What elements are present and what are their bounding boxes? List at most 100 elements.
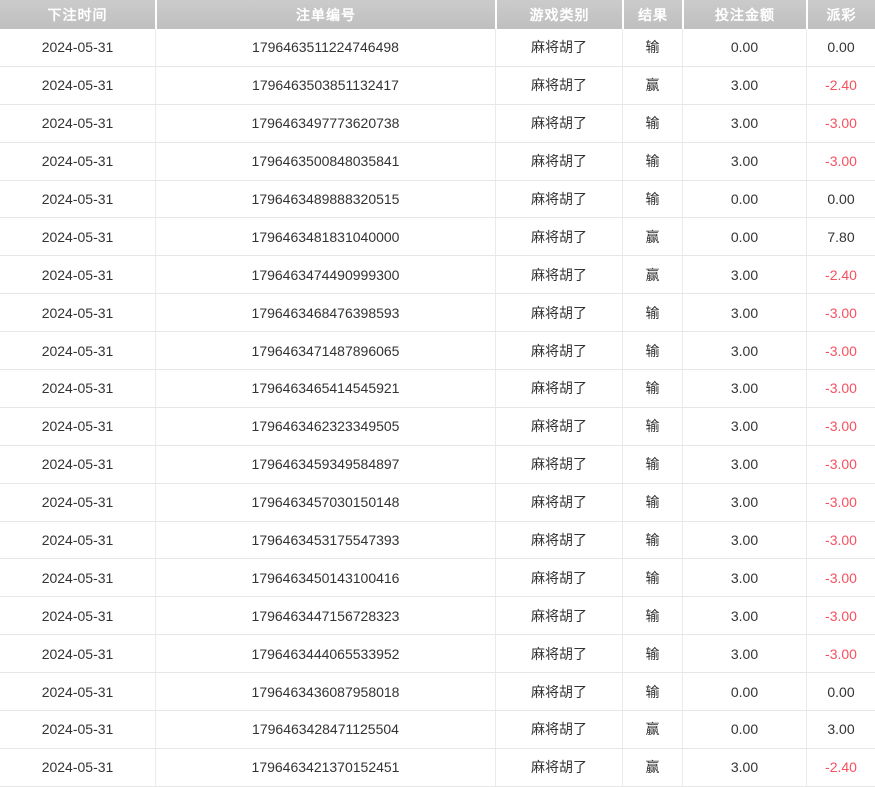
cell-bet-time: 2024-05-31 bbox=[0, 408, 155, 445]
cell-result: 赢 bbox=[622, 711, 682, 748]
cell-payout: 7.80 bbox=[806, 218, 875, 255]
cell-game-type: 麻将胡了 bbox=[495, 294, 622, 331]
cell-order-id: 1796463457030150148 bbox=[155, 484, 495, 521]
table-row: 2024-05-311796463447156728323麻将胡了输3.00-3… bbox=[0, 597, 875, 635]
table-row: 2024-05-311796463474490999300麻将胡了赢3.00-2… bbox=[0, 256, 875, 294]
col-header-result: 结果 bbox=[622, 0, 682, 29]
cell-bet-time: 2024-05-31 bbox=[0, 29, 155, 66]
cell-order-id: 1796463436087958018 bbox=[155, 673, 495, 710]
cell-result: 输 bbox=[622, 522, 682, 559]
cell-result: 赢 bbox=[622, 749, 682, 786]
cell-payout: -3.00 bbox=[806, 143, 875, 180]
cell-result: 输 bbox=[622, 635, 682, 672]
cell-payout: -2.40 bbox=[806, 256, 875, 293]
cell-game-type: 麻将胡了 bbox=[495, 29, 622, 66]
cell-result: 赢 bbox=[622, 256, 682, 293]
table-row: 2024-05-311796463465414545921麻将胡了输3.00-3… bbox=[0, 370, 875, 408]
cell-order-id: 1796463474490999300 bbox=[155, 256, 495, 293]
cell-payout: 0.00 bbox=[806, 181, 875, 218]
cell-bet-time: 2024-05-31 bbox=[0, 559, 155, 596]
cell-bet-time: 2024-05-31 bbox=[0, 256, 155, 293]
cell-payout: -3.00 bbox=[806, 484, 875, 521]
cell-bet-amount: 3.00 bbox=[682, 143, 806, 180]
cell-result: 赢 bbox=[622, 67, 682, 104]
cell-bet-time: 2024-05-31 bbox=[0, 711, 155, 748]
cell-bet-amount: 3.00 bbox=[682, 370, 806, 407]
cell-bet-amount: 3.00 bbox=[682, 446, 806, 483]
table-row: 2024-05-311796463462323349505麻将胡了输3.00-3… bbox=[0, 408, 875, 446]
cell-result: 赢 bbox=[622, 218, 682, 255]
cell-game-type: 麻将胡了 bbox=[495, 105, 622, 142]
cell-result: 输 bbox=[622, 294, 682, 331]
cell-order-id: 1796463450143100416 bbox=[155, 559, 495, 596]
cell-payout: -2.40 bbox=[806, 67, 875, 104]
table-row: 2024-05-311796463457030150148麻将胡了输3.00-3… bbox=[0, 484, 875, 522]
cell-payout: -3.00 bbox=[806, 408, 875, 445]
cell-bet-amount: 3.00 bbox=[682, 256, 806, 293]
cell-result: 输 bbox=[622, 332, 682, 369]
cell-order-id: 1796463497773620738 bbox=[155, 105, 495, 142]
cell-game-type: 麻将胡了 bbox=[495, 749, 622, 786]
cell-game-type: 麻将胡了 bbox=[495, 635, 622, 672]
cell-game-type: 麻将胡了 bbox=[495, 711, 622, 748]
cell-bet-time: 2024-05-31 bbox=[0, 484, 155, 521]
cell-order-id: 1796463471487896065 bbox=[155, 332, 495, 369]
table-row: 2024-05-311796463450143100416麻将胡了输3.00-3… bbox=[0, 559, 875, 597]
table-row: 2024-05-311796463500848035841麻将胡了输3.00-3… bbox=[0, 143, 875, 181]
cell-result: 输 bbox=[622, 29, 682, 66]
table-row: 2024-05-311796463503851132417麻将胡了赢3.00-2… bbox=[0, 67, 875, 105]
cell-payout: -3.00 bbox=[806, 332, 875, 369]
table-row: 2024-05-311796463459349584897麻将胡了输3.00-3… bbox=[0, 446, 875, 484]
cell-result: 输 bbox=[622, 408, 682, 445]
col-header-bet-time: 下注时间 bbox=[0, 0, 155, 29]
cell-bet-amount: 3.00 bbox=[682, 294, 806, 331]
cell-result: 输 bbox=[622, 370, 682, 407]
cell-order-id: 1796463500848035841 bbox=[155, 143, 495, 180]
table-row: 2024-05-311796463453175547393麻将胡了输3.00-3… bbox=[0, 522, 875, 560]
cell-bet-time: 2024-05-31 bbox=[0, 522, 155, 559]
cell-payout: 0.00 bbox=[806, 673, 875, 710]
cell-payout: -3.00 bbox=[806, 446, 875, 483]
cell-bet-amount: 3.00 bbox=[682, 67, 806, 104]
cell-result: 输 bbox=[622, 143, 682, 180]
cell-result: 输 bbox=[622, 484, 682, 521]
cell-payout: -2.40 bbox=[806, 749, 875, 786]
cell-game-type: 麻将胡了 bbox=[495, 143, 622, 180]
table-row: 2024-05-311796463511224746498麻将胡了输0.000.… bbox=[0, 29, 875, 67]
cell-game-type: 麻将胡了 bbox=[495, 408, 622, 445]
cell-result: 输 bbox=[622, 673, 682, 710]
table-row: 2024-05-311796463481831040000麻将胡了赢0.007.… bbox=[0, 218, 875, 256]
cell-order-id: 1796463421370152451 bbox=[155, 749, 495, 786]
cell-order-id: 1796463468476398593 bbox=[155, 294, 495, 331]
cell-result: 输 bbox=[622, 559, 682, 596]
col-header-game-type: 游戏类别 bbox=[495, 0, 622, 29]
table-row: 2024-05-311796463421370152451麻将胡了赢3.00-2… bbox=[0, 749, 875, 787]
cell-bet-amount: 3.00 bbox=[682, 332, 806, 369]
table-body: 2024-05-311796463511224746498麻将胡了输0.000.… bbox=[0, 29, 875, 787]
cell-bet-amount: 0.00 bbox=[682, 711, 806, 748]
cell-bet-amount: 0.00 bbox=[682, 29, 806, 66]
cell-game-type: 麻将胡了 bbox=[495, 597, 622, 634]
cell-bet-time: 2024-05-31 bbox=[0, 446, 155, 483]
cell-order-id: 1796463481831040000 bbox=[155, 218, 495, 255]
cell-payout: -3.00 bbox=[806, 294, 875, 331]
cell-bet-time: 2024-05-31 bbox=[0, 294, 155, 331]
cell-order-id: 1796463444065533952 bbox=[155, 635, 495, 672]
cell-bet-amount: 3.00 bbox=[682, 597, 806, 634]
cell-bet-amount: 0.00 bbox=[682, 673, 806, 710]
cell-payout: -3.00 bbox=[806, 559, 875, 596]
cell-order-id: 1796463459349584897 bbox=[155, 446, 495, 483]
table-row: 2024-05-311796463444065533952麻将胡了输3.00-3… bbox=[0, 635, 875, 673]
cell-order-id: 1796463453175547393 bbox=[155, 522, 495, 559]
cell-payout: -3.00 bbox=[806, 597, 875, 634]
cell-bet-time: 2024-05-31 bbox=[0, 105, 155, 142]
cell-bet-amount: 0.00 bbox=[682, 181, 806, 218]
cell-bet-amount: 3.00 bbox=[682, 408, 806, 445]
cell-bet-amount: 3.00 bbox=[682, 105, 806, 142]
cell-game-type: 麻将胡了 bbox=[495, 332, 622, 369]
cell-bet-time: 2024-05-31 bbox=[0, 635, 155, 672]
cell-game-type: 麻将胡了 bbox=[495, 484, 622, 521]
cell-payout: -3.00 bbox=[806, 105, 875, 142]
cell-result: 输 bbox=[622, 446, 682, 483]
cell-bet-time: 2024-05-31 bbox=[0, 218, 155, 255]
